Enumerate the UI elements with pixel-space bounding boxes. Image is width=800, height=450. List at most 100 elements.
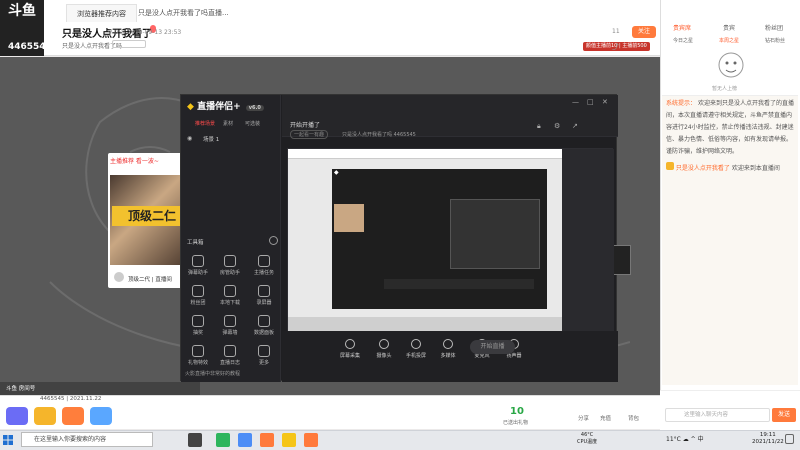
tab-fan-club[interactable]: 粉丝团 xyxy=(765,23,783,32)
share-stream-icon[interactable]: ↗ xyxy=(572,122,578,130)
clock-date: 2021/11/22 xyxy=(752,439,784,445)
tab-materials[interactable]: 素材 xyxy=(223,120,233,127)
companion-brand: ◆ 直播伴侣+ v6.0 xyxy=(187,99,264,112)
gift-item-2[interactable] xyxy=(34,407,56,425)
companion-stream-title[interactable]: 开始开播了 xyxy=(290,120,320,129)
window-controls xyxy=(612,99,614,101)
control-label: 摄像头 xyxy=(376,353,392,359)
tool-more[interactable]: 更多 xyxy=(253,345,275,366)
chat-system-message: 系统提示： 欢迎来到只是没人点开我看了的直播间，本次直播请遵守相关规定，斗鱼严禁… xyxy=(666,98,794,158)
tool-lottery[interactable]: 抽奖 xyxy=(187,315,209,336)
tab-vip-seat[interactable]: 贵宾席 xyxy=(673,23,691,32)
tool-data-panel[interactable]: 数据面板 xyxy=(253,315,275,336)
app-icon-orange[interactable] xyxy=(304,433,318,447)
taskview-icon[interactable] xyxy=(188,433,202,447)
backpack-button[interactable]: 背包 xyxy=(628,414,639,422)
subtab-week[interactable]: 本周之星 xyxy=(719,37,739,44)
nested-browser-bar xyxy=(288,149,562,159)
tool-label: 数据面板 xyxy=(253,330,274,336)
recharge-button[interactable]: 充值 xyxy=(600,414,611,422)
share-icon[interactable]: ⤴ xyxy=(612,42,619,52)
chat-list[interactable]: 系统提示： 欢迎来到只是没人点开我看了的直播间，本次直播请遵守相关规定，斗鱼严禁… xyxy=(662,95,798,385)
wechat-icon[interactable] xyxy=(216,433,230,447)
tool-room-admin[interactable]: 房管助手 xyxy=(219,255,241,276)
bottom-hint: 火影直播中非常好的教程 xyxy=(185,371,241,377)
cpu-temp-value: 46°C xyxy=(580,432,594,438)
start-live-button[interactable]: 开始直播 xyxy=(470,340,515,354)
tool-fans[interactable]: 粉丝团 xyxy=(187,285,209,306)
companion-taskbar-icon[interactable] xyxy=(282,433,296,447)
tool-label: 弹幕助手 xyxy=(187,270,208,276)
tools-settings-icon[interactable] xyxy=(269,236,278,245)
system-tray[interactable]: 11°C ☁ ^ 中 xyxy=(666,434,704,443)
gift-counter-label: 已送出礼物 xyxy=(503,420,529,426)
preview-nested-chat xyxy=(562,149,614,332)
tab-optional[interactable]: 可选装 xyxy=(245,120,260,127)
gift-item-4[interactable] xyxy=(90,407,112,425)
camera-button[interactable]: 摄像头 xyxy=(370,339,398,359)
tab-current-stream[interactable]: 只是没人点开我看了吗直播... xyxy=(128,4,239,22)
share-button[interactable]: 分享 xyxy=(578,414,589,422)
log-icon xyxy=(224,345,236,357)
douyu-taskbar-icon[interactable] xyxy=(260,433,274,447)
live-preview[interactable]: ◆ xyxy=(287,148,631,332)
companion-app-window[interactable]: ◆ 直播伴侣+ v6.0 推荐场景 素材 可选装 ◉ 场景 1 工具箱 弹幕助手… xyxy=(180,94,631,382)
camera-icon xyxy=(379,339,389,349)
category-pill[interactable]: 一起看一有趣 xyxy=(290,130,329,139)
eye-icon[interactable]: ◉ xyxy=(187,135,192,142)
phone-cast-button[interactable]: 手机投屏 xyxy=(402,339,430,359)
chat-input[interactable]: 这里输入聊天内容 xyxy=(665,408,770,422)
nested-brand: ◆ xyxy=(334,169,339,176)
lock-icon[interactable]: 🔒︎ xyxy=(537,122,541,131)
follow-button[interactable]: 关注 xyxy=(632,26,657,38)
scene-item[interactable]: 场景 1 xyxy=(203,135,219,143)
tool-danmu[interactable]: 弹幕助手 xyxy=(187,255,209,276)
settings-icon[interactable]: ⚙ xyxy=(554,122,560,130)
tag-pill[interactable] xyxy=(112,40,146,48)
close-icon[interactable]: ✕ xyxy=(602,98,608,106)
nested-thumbnail xyxy=(334,204,364,232)
logo-text: 斗鱼 xyxy=(8,3,36,19)
data-icon xyxy=(258,315,270,327)
media-button[interactable]: 多媒体 xyxy=(434,339,462,359)
tools-header: 工具箱 xyxy=(187,240,204,246)
recommend-card-header: 主播推荐 看一波~ xyxy=(110,158,159,165)
notification-icon[interactable] xyxy=(785,434,794,444)
tasks-icon xyxy=(258,255,270,267)
gift-item-3[interactable] xyxy=(62,407,84,425)
gift-icon xyxy=(192,345,204,357)
nested-preview xyxy=(450,199,631,275)
admin-icon xyxy=(224,255,236,267)
tool-label: 直播日志 xyxy=(219,360,240,366)
subtab-diamond[interactable]: 钻石粉丝 xyxy=(765,37,785,44)
maximize-icon[interactable]: □ xyxy=(587,98,594,106)
send-button[interactable]: 发送 xyxy=(772,408,796,422)
room-line: 只是没人点开我看了吗 4465545 xyxy=(342,132,416,138)
tab-scenes[interactable]: 推荐场景 xyxy=(195,120,215,127)
tool-danmu-wall[interactable]: 弹幕墙 xyxy=(219,315,241,336)
gift-item-1[interactable] xyxy=(6,407,28,425)
tool-recorder[interactable]: 录屏器 xyxy=(253,285,275,306)
tool-download[interactable]: 本地下载 xyxy=(219,285,241,306)
welcome-user[interactable]: 只是没人点开我看了 xyxy=(676,165,730,172)
tool-tasks[interactable]: 主播任务 xyxy=(253,255,275,276)
taskbar-search[interactable]: 在这里输入你要搜索的内容 xyxy=(21,432,153,447)
app-icon-blue[interactable] xyxy=(238,433,252,447)
tab-recommend[interactable]: 浏览器推荐内容 xyxy=(66,4,137,22)
tool-gift-effects[interactable]: 礼物特效 xyxy=(187,345,209,366)
taskbar-clock[interactable]: 19:11 2021/11/22 xyxy=(752,432,784,446)
download-icon xyxy=(224,285,236,297)
minimize-icon[interactable]: — xyxy=(572,98,579,106)
subtab-day[interactable]: 今日之星 xyxy=(673,37,693,44)
more-icon[interactable]: ⋯ xyxy=(640,42,647,50)
tab-vip[interactable]: 贵宾 xyxy=(723,23,735,32)
screen-capture-button[interactable]: 屏幕采集 xyxy=(336,339,364,359)
lottery-icon xyxy=(192,315,204,327)
phone-icon xyxy=(411,339,421,349)
windows-start-icon[interactable] xyxy=(3,435,13,445)
control-label: 屏幕采集 xyxy=(339,353,360,359)
tool-log[interactable]: 直播日志 xyxy=(219,345,241,366)
tool-label: 录屏器 xyxy=(256,300,272,306)
empty-rank-caption: 暂无人上榜 xyxy=(712,86,738,92)
control-label: 手机投屏 xyxy=(405,353,426,359)
